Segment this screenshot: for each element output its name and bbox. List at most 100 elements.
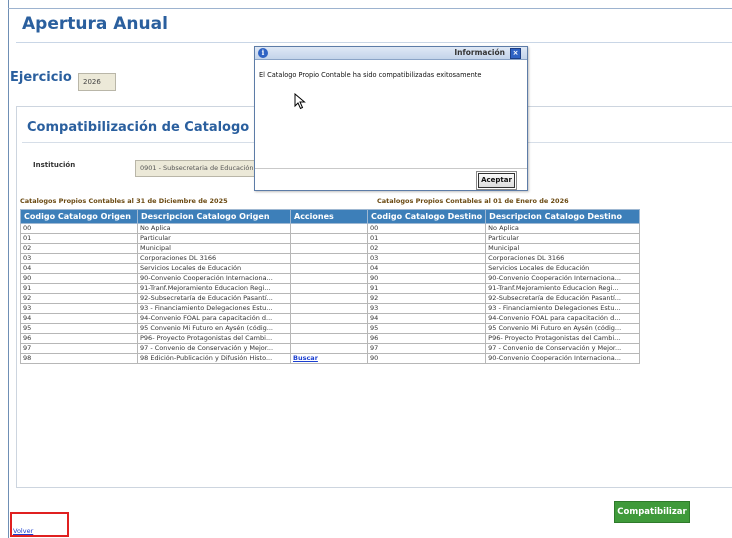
cell-descripcion-destino: No Aplica bbox=[485, 223, 641, 234]
cell-descripcion-origen: 91-Tranf.Mejoramiento Educacion Regi... bbox=[137, 283, 291, 294]
cell-acciones bbox=[290, 223, 368, 234]
cell-codigo-origen: 91 bbox=[20, 283, 138, 294]
dialog-message: El Catalogo Propio Contable ha sido comp… bbox=[259, 71, 482, 79]
cell-acciones bbox=[290, 233, 368, 244]
cell-codigo-destino: 04 bbox=[366, 263, 487, 274]
table-row[interactable]: 94 94-Convenio FOAL para capacitación d..… bbox=[20, 313, 641, 324]
volver-link[interactable]: Volver bbox=[13, 527, 33, 535]
cell-codigo-origen: 02 bbox=[20, 243, 138, 254]
title-divider bbox=[16, 42, 732, 43]
cell-acciones bbox=[290, 303, 368, 314]
header-descripcion-origen[interactable]: Descripcion Catalogo Origen bbox=[137, 209, 291, 224]
caption-origen: Catalogos Propios Contables al 31 de Dic… bbox=[20, 197, 228, 205]
cell-descripcion-destino: 94-Convenio FOAL para capacitación d... bbox=[485, 313, 641, 324]
cell-codigo-origen: 97 bbox=[20, 343, 138, 354]
ejercicio-field[interactable]: 2026 bbox=[78, 73, 116, 91]
cell-descripcion-origen: Corporaciones DL 3166 bbox=[137, 253, 291, 264]
cell-descripcion-destino: 91-Tranf.Mejoramiento Educacion Regi... bbox=[485, 283, 641, 294]
cell-acciones bbox=[290, 283, 368, 294]
cell-codigo-destino: 94 bbox=[366, 313, 487, 324]
table-row[interactable]: 97 97 - Convenio de Conservación y Mejor.… bbox=[20, 343, 641, 354]
caption-destino: Catalogos Propios Contables al 01 de Ene… bbox=[377, 197, 569, 205]
table-row[interactable]: 02 Municipal 02 Municipal bbox=[20, 243, 641, 254]
cell-codigo-destino: 95 bbox=[366, 323, 487, 334]
cell-codigo-origen: 92 bbox=[20, 293, 138, 304]
cell-codigo-destino: 00 bbox=[366, 223, 487, 234]
mouse-pointer-icon bbox=[294, 93, 306, 110]
table-row[interactable]: 92 92-Subsecretaría de Educación Pasantí.… bbox=[20, 293, 641, 304]
cell-descripcion-destino: 90-Convenio Cooperación Internaciona... bbox=[485, 353, 641, 364]
header-descripcion-destino[interactable]: Descripcion Catalogo Destino bbox=[485, 209, 641, 224]
cell-codigo-origen: 01 bbox=[20, 233, 138, 244]
table-row[interactable]: 95 95 Convenio Mi Futuro en Aysén (códig.… bbox=[20, 323, 641, 334]
cell-descripcion-origen: Servicios Locales de Educación bbox=[137, 263, 291, 274]
cell-descripcion-origen: P96- Proyecto Protagonistas del Cambi... bbox=[137, 333, 291, 344]
compatibilizar-button[interactable]: Compatibilizar bbox=[614, 501, 690, 523]
table-row[interactable]: 90 90-Convenio Cooperación Internaciona..… bbox=[20, 273, 641, 284]
cell-descripcion-origen: Particular bbox=[137, 233, 291, 244]
cell-codigo-destino: 97 bbox=[366, 343, 487, 354]
table-row[interactable]: 03 Corporaciones DL 3166 03 Corporaciones D… bbox=[20, 253, 641, 264]
cell-codigo-origen: 00 bbox=[20, 223, 138, 234]
cell-descripcion-origen: 90-Convenio Cooperación Internaciona... bbox=[137, 273, 291, 284]
info-icon: i bbox=[258, 48, 268, 58]
cell-descripcion-destino: Corporaciones DL 3166 bbox=[485, 253, 641, 264]
cell-codigo-destino: 90 bbox=[366, 353, 487, 364]
table-row[interactable]: 93 93 - Financiamiento Delegaciones Estu.… bbox=[20, 303, 641, 314]
header-codigo-destino[interactable]: Codigo Catalogo Destino bbox=[366, 209, 487, 224]
table-row[interactable]: 01 Particular 01 Particular bbox=[20, 233, 641, 244]
cell-descripcion-destino: 97 - Convenio de Conservación y Mejor... bbox=[485, 343, 641, 354]
cell-codigo-origen: 94 bbox=[20, 313, 138, 324]
institucion-label: Institución bbox=[33, 161, 76, 169]
ejercicio-label: Ejercicio bbox=[10, 70, 72, 85]
cell-codigo-destino: 91 bbox=[366, 283, 487, 294]
cell-codigo-origen: 04 bbox=[20, 263, 138, 274]
dialog-title: Información bbox=[454, 48, 505, 57]
cell-acciones bbox=[290, 253, 368, 264]
table-row[interactable]: 91 91-Tranf.Mejoramiento Educacion Regi..… bbox=[20, 283, 641, 294]
table-row[interactable]: 96 P96- Proyecto Protagonistas del Cambi.… bbox=[20, 333, 641, 344]
cell-codigo-destino: 90 bbox=[366, 273, 487, 284]
cell-codigo-origen: 03 bbox=[20, 253, 138, 264]
cell-descripcion-origen: No Aplica bbox=[137, 223, 291, 234]
cell-descripcion-destino: 90-Convenio Cooperación Internaciona... bbox=[485, 273, 641, 284]
cell-codigo-destino: 03 bbox=[366, 253, 487, 264]
cell-descripcion-destino: 93 - Financiamiento Delegaciones Estu... bbox=[485, 303, 641, 314]
cell-codigo-destino: 93 bbox=[366, 303, 487, 314]
cell-codigo-origen: 93 bbox=[20, 303, 138, 314]
cell-descripcion-origen: Municipal bbox=[137, 243, 291, 254]
cell-codigo-destino: 96 bbox=[366, 333, 487, 344]
cell-acciones bbox=[290, 333, 368, 344]
cell-acciones bbox=[290, 313, 368, 324]
cell-descripcion-origen: 98 Edición-Publicación y Difusión Histo.… bbox=[137, 353, 291, 364]
cell-codigo-origen: 98 bbox=[20, 353, 138, 364]
buscar-link[interactable]: Buscar bbox=[293, 355, 318, 363]
cell-codigo-destino: 02 bbox=[366, 243, 487, 254]
cell-descripcion-destino: 95 Convenio Mi Futuro en Aysén (códig... bbox=[485, 323, 641, 334]
table-row[interactable]: 04 Servicios Locales de Educación 04 Servic… bbox=[20, 263, 641, 274]
cell-acciones: Buscar bbox=[290, 353, 368, 364]
cell-codigo-origen: 95 bbox=[20, 323, 138, 334]
cell-descripcion-destino: P96- Proyecto Protagonistas del Cambi... bbox=[485, 333, 641, 344]
cell-descripcion-destino: Servicios Locales de Educación bbox=[485, 263, 641, 274]
aceptar-button[interactable]: Aceptar bbox=[476, 171, 517, 190]
cell-acciones bbox=[290, 263, 368, 274]
cell-descripcion-origen: 94-Convenio FOAL para capacitación d... bbox=[137, 313, 291, 324]
table-row[interactable]: 00 No Aplica 00 No Aplica bbox=[20, 223, 641, 234]
cell-acciones bbox=[290, 323, 368, 334]
catalog-table: Codigo Catalogo Origen Descripcion Catal… bbox=[20, 209, 641, 364]
page-border-top bbox=[8, 8, 732, 9]
dialog-header[interactable]: i Información × bbox=[255, 47, 527, 60]
cell-codigo-destino: 92 bbox=[366, 293, 487, 304]
cell-codigo-destino: 01 bbox=[366, 233, 487, 244]
info-dialog: i Información × El Catalogo Propio Conta… bbox=[254, 46, 528, 191]
table-header-row: Codigo Catalogo Origen Descripcion Catal… bbox=[20, 209, 641, 224]
header-acciones[interactable]: Acciones bbox=[290, 209, 368, 224]
close-icon[interactable]: × bbox=[510, 48, 521, 59]
cell-codigo-origen: 96 bbox=[20, 333, 138, 344]
header-codigo-origen[interactable]: Codigo Catalogo Origen bbox=[20, 209, 138, 224]
cell-descripcion-origen: 93 - Financiamiento Delegaciones Estu... bbox=[137, 303, 291, 314]
cell-descripcion-origen: 97 - Convenio de Conservación y Mejor... bbox=[137, 343, 291, 354]
cell-acciones bbox=[290, 343, 368, 354]
table-row[interactable]: 98 98 Edición-Publicación y Difusión Hist… bbox=[20, 353, 641, 364]
